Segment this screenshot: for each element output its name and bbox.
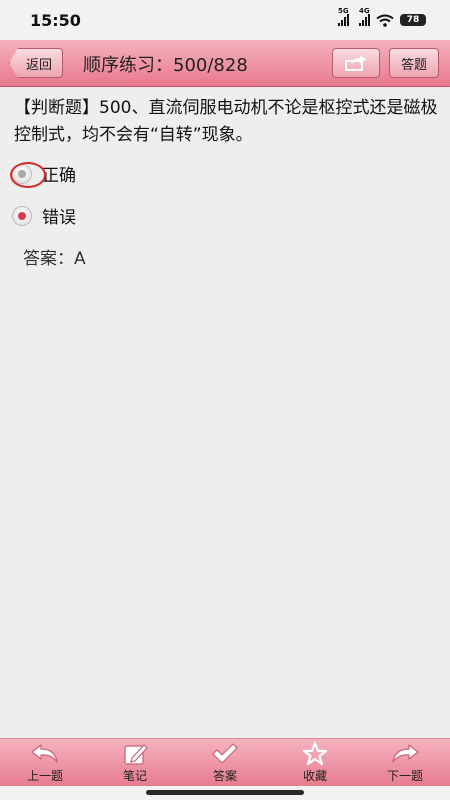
page-title: 顺序练习：500/828 [83,55,248,76]
radio-wrong[interactable] [12,205,32,226]
question-text: 【判断题】500、直流伺服电动机不论是枢控式还是磁极控制式，均不会有“自转”现象… [14,98,438,145]
status-bar: 15:50 5G 4G 78 [0,0,450,40]
next-question-button[interactable]: 下一题 [365,742,445,784]
option-wrong-label: 错误 [42,208,76,228]
wifi-icon [376,14,394,27]
prev-question-label: 上一题 [26,769,63,783]
battery-indicator: 78 [400,14,426,26]
home-indicator[interactable] [146,790,304,795]
notes-label: 笔记 [122,769,147,783]
show-answer-button[interactable]: 答案 [185,742,265,784]
signal-5g-tag: 5G [338,7,349,15]
next-question-label: 下一题 [386,769,423,783]
red-circle-annotation [10,161,46,188]
option-correct-label: 正确 [42,166,76,186]
share-icon [345,55,366,71]
favorite-label: 收藏 [302,769,327,783]
option-correct[interactable]: 正确 [10,161,76,188]
option-wrong[interactable]: 错误 [12,203,76,228]
bottom-toolbar: 上一题 笔记 答案 收藏 下一题 [0,738,450,787]
app-header: 返回 顺序练习：500/828 答题 [0,40,450,87]
undo-arrow-icon [31,744,58,763]
status-time: 15:50 [30,10,81,30]
share-button[interactable] [332,48,380,78]
checkmark-icon [212,743,238,764]
radio-dot-selected [18,211,26,220]
edit-note-icon [124,744,148,765]
favorite-button[interactable]: 收藏 [275,742,355,784]
notes-button[interactable]: 笔记 [95,742,175,784]
radio-correct[interactable] [10,161,46,188]
signal-5g-icon: 5G [338,7,349,26]
prev-question-button[interactable]: 上一题 [5,742,85,784]
answer-text: 答案：A [23,249,86,269]
status-icons: 5G 4G 78 [338,7,426,27]
back-button[interactable]: 返回 [9,48,63,78]
signal-4g-tag: 4G [359,7,370,15]
redo-arrow-icon [392,744,419,763]
star-icon [302,742,328,766]
signal-4g-icon: 4G [359,7,370,26]
answer-mode-button[interactable]: 答题 [389,48,439,78]
show-answer-label: 答案 [212,769,237,783]
